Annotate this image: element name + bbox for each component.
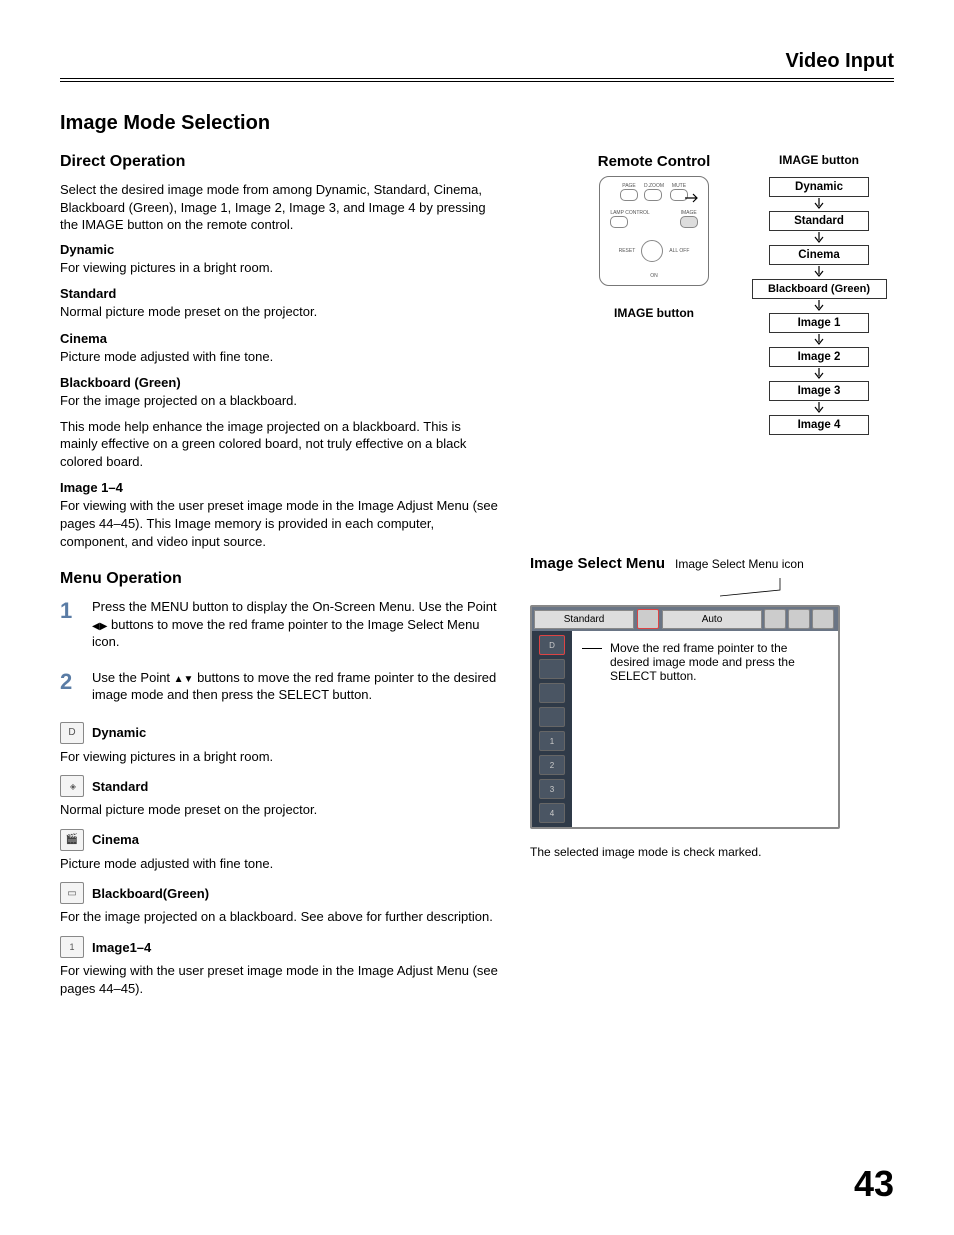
mode-dynamic-title: Dynamic bbox=[60, 242, 500, 257]
menu-note-text: Move the red frame pointer to the desire… bbox=[610, 641, 828, 683]
blackboard-icon bbox=[60, 882, 84, 904]
section-header: Video Input bbox=[785, 50, 894, 73]
flow-box: Cinema bbox=[769, 245, 869, 265]
arrow-down-icon bbox=[744, 367, 894, 381]
menu-standard-desc: Normal picture mode preset on the projec… bbox=[60, 801, 500, 819]
menu-blackboard-desc: For the image projected on a blackboard.… bbox=[60, 908, 500, 926]
page-number: 43 bbox=[854, 1163, 894, 1205]
arrow-down-icon bbox=[744, 333, 894, 347]
menu-image14-title: Image1–4 bbox=[92, 940, 151, 955]
menu-side-icon: 3 bbox=[539, 779, 565, 799]
menu-auto-cell: Auto bbox=[662, 610, 762, 629]
menu-side-icon: D bbox=[539, 635, 565, 655]
menu-side-icon bbox=[539, 683, 565, 703]
menu-side-icon: 4 bbox=[539, 803, 565, 823]
mode-dynamic-desc: For viewing pictures in a bright room. bbox=[60, 259, 500, 277]
arrow-down-icon bbox=[744, 197, 894, 211]
callout-line bbox=[582, 648, 602, 683]
menu-blackboard-title: Blackboard(Green) bbox=[92, 886, 209, 901]
flow-box: Image 4 bbox=[769, 415, 869, 435]
flow-box: Standard bbox=[769, 211, 869, 231]
menu-image14-desc: For viewing with the user preset image m… bbox=[60, 962, 500, 997]
menu-side-icon: 2 bbox=[539, 755, 565, 775]
step-2-text: Use the Point buttons to move the red fr… bbox=[92, 669, 500, 704]
remote-heading: Remote Control bbox=[584, 153, 724, 170]
remote-caption: IMAGE button bbox=[584, 306, 724, 320]
mode-cinema-title: Cinema bbox=[60, 331, 500, 346]
menu-operation-heading: Menu Operation bbox=[60, 570, 500, 588]
up-down-icon bbox=[174, 670, 194, 685]
menu-screenshot: Standard Auto D 1 2 3 4 bbox=[530, 605, 840, 829]
image14-icon bbox=[60, 936, 84, 958]
flow-box: Image 3 bbox=[769, 381, 869, 401]
left-right-icon bbox=[92, 617, 107, 632]
menu-top-icon bbox=[812, 609, 834, 629]
arrow-right-icon bbox=[685, 193, 701, 203]
mode-image14-title: Image 1–4 bbox=[60, 480, 500, 495]
arrow-down-icon bbox=[744, 231, 894, 245]
menu-side-icon bbox=[539, 659, 565, 679]
menu-side-icon bbox=[539, 707, 565, 727]
direct-operation-heading: Direct Operation bbox=[60, 153, 500, 171]
check-note: The selected image mode is check marked. bbox=[530, 845, 894, 859]
cinema-icon bbox=[60, 829, 84, 851]
menu-diagram-caption: Image Select Menu icon bbox=[675, 557, 804, 571]
menu-dynamic-title: Dynamic bbox=[92, 725, 146, 740]
mode-blackboard-desc1: For the image projected on a blackboard. bbox=[60, 392, 500, 410]
menu-top-icon bbox=[764, 609, 786, 629]
mode-blackboard-desc2: This mode help enhance the image project… bbox=[60, 418, 500, 471]
menu-dynamic-desc: For viewing pictures in a bright room. bbox=[60, 748, 500, 766]
menu-top-icon bbox=[637, 609, 659, 629]
menu-standard-title: Standard bbox=[92, 779, 148, 794]
mode-image14-desc: For viewing with the user preset image m… bbox=[60, 497, 500, 550]
flow-box: Blackboard (Green) bbox=[752, 279, 887, 299]
step-1-text: Press the MENU button to display the On-… bbox=[92, 598, 500, 651]
flowchart-heading: IMAGE button bbox=[744, 153, 894, 167]
mode-cinema-desc: Picture mode adjusted with fine tone. bbox=[60, 348, 500, 366]
rule bbox=[60, 78, 894, 79]
flow-box: Dynamic bbox=[769, 177, 869, 197]
arrow-down-icon bbox=[744, 265, 894, 279]
pointer-line-icon bbox=[720, 578, 840, 598]
menu-diagram-heading: Image Select Menu bbox=[530, 555, 665, 572]
menu-cinema-title: Cinema bbox=[92, 832, 139, 847]
standard-icon bbox=[60, 775, 84, 797]
mode-standard-desc: Normal picture mode preset on the projec… bbox=[60, 303, 500, 321]
menu-cinema-desc: Picture mode adjusted with fine tone. bbox=[60, 855, 500, 873]
rule bbox=[60, 81, 894, 82]
direct-op-intro: Select the desired image mode from among… bbox=[60, 181, 500, 234]
flow-box: Image 1 bbox=[769, 313, 869, 333]
arrow-down-icon bbox=[744, 401, 894, 415]
main-heading: Image Mode Selection bbox=[60, 112, 894, 135]
step-1-num: 1 bbox=[60, 598, 80, 659]
menu-top-icon bbox=[788, 609, 810, 629]
step-2-num: 2 bbox=[60, 669, 80, 712]
flow-box: Image 2 bbox=[769, 347, 869, 367]
menu-side-icon: 1 bbox=[539, 731, 565, 751]
arrow-down-icon bbox=[744, 299, 894, 313]
mode-blackboard-title: Blackboard (Green) bbox=[60, 375, 500, 390]
menu-standard-cell: Standard bbox=[534, 610, 634, 629]
dynamic-icon bbox=[60, 722, 84, 744]
mode-standard-title: Standard bbox=[60, 286, 500, 301]
